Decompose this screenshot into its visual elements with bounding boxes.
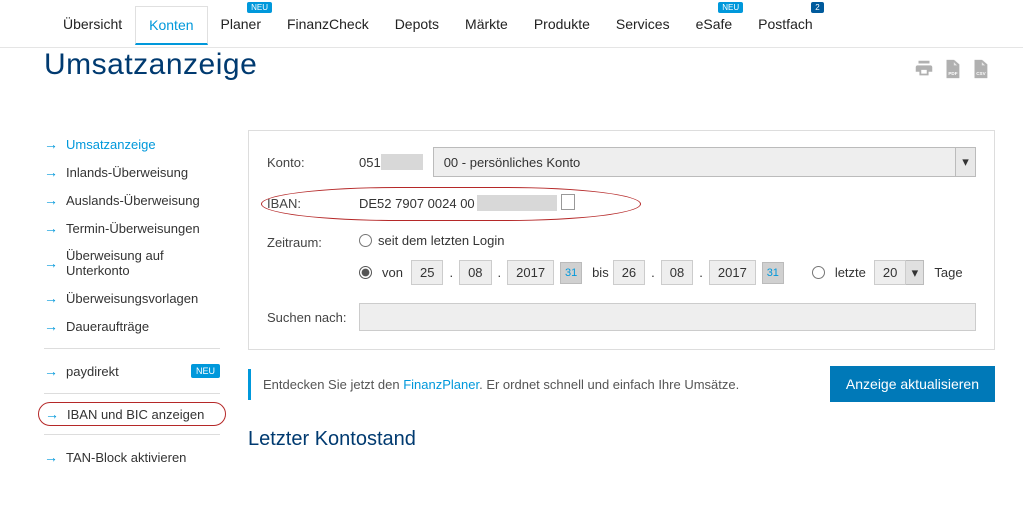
tage-label: Tage bbox=[934, 265, 962, 280]
konto-number: 051 bbox=[359, 154, 423, 170]
opt-von-label: von bbox=[382, 265, 403, 280]
main-content: Konto: 051 00 - persönliches Konto ▾ IBA… bbox=[248, 130, 995, 471]
top-nav: Übersicht Konten PlanerNEU FinanzCheck D… bbox=[0, 0, 1023, 48]
arrow-icon: → bbox=[45, 406, 59, 422]
hint-banner: Entdecken Sie jetzt den FinanzPlaner. Er… bbox=[248, 369, 816, 400]
opt-letzte-label: letzte bbox=[835, 265, 866, 280]
opt-last-login-label: seit dem letzten Login bbox=[378, 233, 504, 248]
radio-last-login[interactable] bbox=[359, 234, 372, 247]
arrow-icon: → bbox=[44, 449, 58, 465]
csv-icon[interactable]: CSV bbox=[969, 58, 991, 83]
svg-text:PDF: PDF bbox=[948, 71, 957, 76]
finanzplaner-link[interactable]: FinanzPlaner bbox=[403, 377, 479, 392]
sidebar-item-auslands[interactable]: →Auslands-Überweisung bbox=[44, 186, 220, 214]
iban-label: IBAN: bbox=[267, 196, 359, 211]
from-month[interactable]: 08 bbox=[459, 260, 491, 285]
redacted bbox=[477, 195, 557, 211]
badge-count: 2 bbox=[811, 2, 823, 13]
iban-value: DE52 7907 0024 00 bbox=[359, 195, 575, 211]
arrow-icon: → bbox=[44, 290, 58, 306]
radio-von[interactable] bbox=[359, 266, 372, 279]
search-label: Suchen nach: bbox=[267, 310, 359, 325]
arrow-icon: → bbox=[44, 318, 58, 334]
arrow-icon: → bbox=[44, 164, 58, 180]
arrow-icon: → bbox=[44, 136, 58, 152]
from-day[interactable]: 25 bbox=[411, 260, 443, 285]
sidebar-item-umsatzanzeige[interactable]: →Umsatzanzeige bbox=[44, 130, 220, 158]
divider bbox=[44, 434, 220, 435]
letzte-tage-select[interactable]: 20 ▾ bbox=[874, 260, 924, 285]
chevron-down-icon: ▾ bbox=[955, 148, 975, 176]
badge-neu: NEU bbox=[718, 2, 743, 13]
arrow-icon: → bbox=[44, 363, 58, 379]
divider bbox=[44, 393, 220, 394]
badge-neu: NEU bbox=[247, 2, 272, 13]
konto-select[interactable]: 00 - persönliches Konto ▾ bbox=[433, 147, 976, 177]
sidebar-item-tan[interactable]: →TAN-Block aktivieren bbox=[44, 443, 220, 471]
tab-esafe[interactable]: eSafeNEU bbox=[683, 6, 746, 42]
export-icons: PDF CSV bbox=[913, 58, 991, 83]
tab-finanzcheck[interactable]: FinanzCheck bbox=[274, 6, 382, 42]
to-month[interactable]: 08 bbox=[661, 260, 693, 285]
bis-label: bis bbox=[592, 265, 609, 280]
tab-produkte[interactable]: Produkte bbox=[521, 6, 603, 42]
section-title: Letzter Kontostand bbox=[248, 428, 995, 451]
arrow-icon: → bbox=[44, 192, 58, 208]
tab-postfach[interactable]: Postfach2 bbox=[745, 6, 825, 42]
from-year[interactable]: 2017 bbox=[507, 260, 554, 285]
calendar-icon[interactable]: 31 bbox=[762, 262, 784, 284]
svg-text:CSV: CSV bbox=[976, 71, 986, 76]
sidebar: →Umsatzanzeige →Inlands-Überweisung →Aus… bbox=[44, 130, 220, 471]
sidebar-item-dauerauftraege[interactable]: →Daueraufträge bbox=[44, 312, 220, 340]
sidebar-item-vorlagen[interactable]: →Überweisungsvorlagen bbox=[44, 284, 220, 312]
tab-depots[interactable]: Depots bbox=[382, 6, 452, 42]
sidebar-item-termin[interactable]: →Termin-Überweisungen bbox=[44, 214, 220, 242]
konto-label: Konto: bbox=[267, 155, 359, 170]
zeitraum-label: Zeitraum: bbox=[267, 233, 359, 250]
tab-planer[interactable]: PlanerNEU bbox=[208, 6, 274, 42]
radio-letzte[interactable] bbox=[812, 266, 825, 279]
arrow-icon: → bbox=[44, 220, 58, 236]
search-input[interactable] bbox=[359, 303, 976, 331]
tab-maerkte[interactable]: Märkte bbox=[452, 6, 521, 42]
tab-konten[interactable]: Konten bbox=[135, 6, 207, 45]
sidebar-item-iban-bic[interactable]: →IBAN und BIC anzeigen bbox=[38, 402, 226, 426]
badge-neu: NEU bbox=[191, 364, 220, 378]
print-icon[interactable] bbox=[913, 58, 935, 83]
sidebar-item-unterkonto[interactable]: →Überweisung auf Unterkonto bbox=[44, 242, 220, 284]
refresh-button[interactable]: Anzeige aktualisieren bbox=[830, 366, 995, 402]
pdf-icon[interactable]: PDF bbox=[941, 58, 963, 83]
tab-uebersicht[interactable]: Übersicht bbox=[50, 6, 135, 42]
arrow-icon: → bbox=[44, 255, 58, 271]
filter-panel: Konto: 051 00 - persönliches Konto ▾ IBA… bbox=[248, 130, 995, 350]
redacted bbox=[381, 154, 423, 170]
calendar-icon[interactable]: 31 bbox=[560, 262, 582, 284]
tab-services[interactable]: Services bbox=[603, 6, 683, 42]
sidebar-item-inlands[interactable]: →Inlands-Überweisung bbox=[44, 158, 220, 186]
divider bbox=[44, 348, 220, 349]
to-day[interactable]: 26 bbox=[613, 260, 645, 285]
chevron-down-icon: ▾ bbox=[906, 260, 924, 285]
page-title: Umsatzanzeige bbox=[44, 48, 257, 82]
copy-icon[interactable] bbox=[563, 196, 575, 210]
sidebar-item-paydirekt[interactable]: →paydirektNEU bbox=[44, 357, 220, 385]
to-year[interactable]: 2017 bbox=[709, 260, 756, 285]
